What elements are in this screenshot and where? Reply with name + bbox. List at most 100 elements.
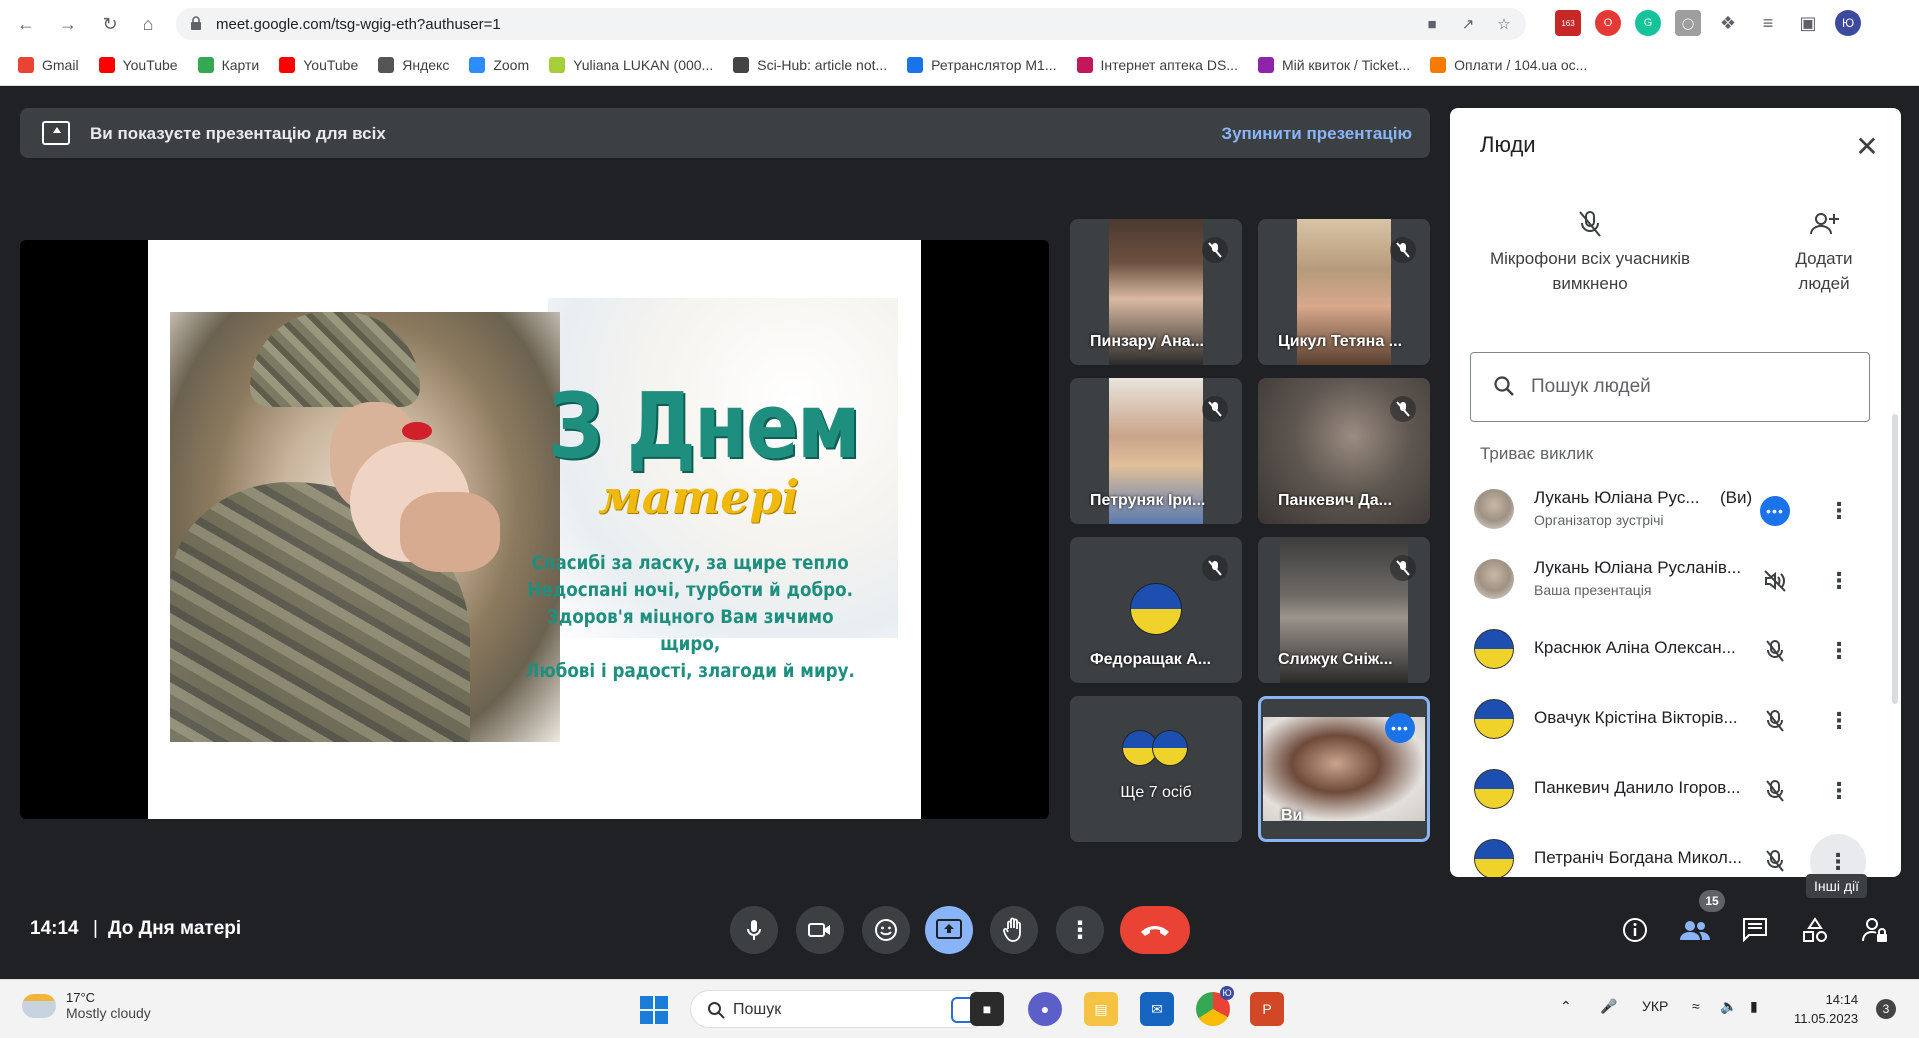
stop-presenting-button[interactable]: Зупинити презентацію — [1221, 124, 1412, 144]
share-icon[interactable]: ↗ — [1458, 14, 1478, 34]
mute-all-status[interactable]: Мікрофони всіх учасників вимкнено — [1480, 210, 1700, 296]
bookmark-item[interactable]: Оплати / 104.ua ос... — [1430, 57, 1587, 73]
mic-off-icon[interactable] — [1760, 636, 1790, 666]
bookmark-favicon-icon — [733, 57, 750, 73]
participant-tile[interactable]: Федоращак А... — [1070, 537, 1242, 683]
host-controls-button[interactable] — [1855, 910, 1895, 950]
more-options-button[interactable]: ⋮ — [1056, 906, 1104, 954]
participant-role: Ваша презентація — [1534, 582, 1652, 598]
bookmark-item[interactable]: Sci-Hub: article not... — [733, 57, 887, 73]
bookmark-item[interactable]: Інтернет аптека DS... — [1076, 57, 1238, 73]
bookmark-item[interactable]: YouTube — [279, 57, 358, 73]
more-actions-icon[interactable]: ⋮ — [1824, 566, 1854, 596]
bookmark-item[interactable]: Yuliana LUKAN (000... — [549, 57, 713, 73]
reading-list-icon[interactable]: ≡ — [1755, 10, 1781, 36]
speaker-icon[interactable]: 🔈 — [1720, 998, 1737, 1015]
more-options-icon[interactable]: ••• — [1760, 496, 1790, 526]
mic-off-icon[interactable] — [1760, 846, 1790, 876]
weather-widget[interactable]: 17°C Mostly cloudy — [22, 990, 151, 1021]
close-icon[interactable]: ✕ — [1851, 130, 1883, 162]
more-actions-icon[interactable]: ⋮ — [1810, 834, 1866, 877]
taskbar-search[interactable]: Пошук — [690, 990, 990, 1028]
wifi-icon[interactable]: ≈ — [1692, 998, 1700, 1014]
more-actions-icon[interactable]: ⋮ — [1824, 636, 1854, 666]
back-icon[interactable]: ← — [12, 10, 40, 38]
bookmark-item[interactable]: Zoom — [469, 57, 529, 73]
raise-hand-button[interactable] — [990, 906, 1038, 954]
camera-button[interactable] — [796, 906, 844, 954]
mic-tray-icon[interactable]: 🎤 — [1600, 998, 1617, 1015]
weather-desc: Mostly cloudy — [66, 1005, 151, 1021]
add-people-button[interactable]: Додати людей — [1774, 210, 1874, 296]
mic-off-icon[interactable] — [1760, 706, 1790, 736]
powerpoint-icon[interactable]: P — [1250, 992, 1284, 1026]
participant-tile[interactable]: Панкевич Да... — [1258, 378, 1430, 524]
audio-off-icon[interactable] — [1760, 566, 1790, 596]
bookmark-item[interactable]: Gmail — [18, 57, 79, 73]
camera-blocked-icon[interactable]: ■ — [1422, 14, 1442, 34]
participant-row[interactable]: Краснюк Аліна Олексан... ⋮ — [1450, 614, 1901, 684]
system-clock[interactable]: 14:14 11.05.2023 — [1794, 990, 1858, 1028]
avatar — [1474, 629, 1514, 669]
bookmark-item[interactable]: YouTube — [98, 57, 178, 73]
home-icon[interactable]: ⌂ — [134, 10, 162, 38]
participant-tile[interactable]: Слижук Сніж... — [1258, 537, 1430, 683]
mic-off-icon — [1390, 555, 1416, 581]
people-panel: Люди ✕ Мікрофони всіх учасників вимкнено… — [1450, 108, 1901, 877]
mic-icon — [747, 920, 761, 940]
participant-tile[interactable]: Петруняк Іри... — [1070, 378, 1242, 524]
bookmark-item[interactable]: Яндекс — [378, 57, 449, 73]
people-button[interactable] — [1675, 910, 1715, 950]
star-icon[interactable]: ☆ — [1494, 14, 1514, 34]
more-actions-icon[interactable]: ⋮ — [1824, 496, 1854, 526]
search-placeholder: Пошук людей — [1531, 376, 1651, 397]
participant-row[interactable]: Овачук Крістіна Вікторів... ⋮ — [1450, 684, 1901, 754]
participant-name: Петраніч Богдана Микол... — [1534, 848, 1742, 867]
participant-tile[interactable]: Пинзару Ана... — [1070, 219, 1242, 365]
chrome-icon[interactable]: Ю — [1196, 986, 1234, 1026]
teams-icon[interactable]: ● — [1028, 992, 1062, 1026]
self-tile[interactable]: ••• Ви — [1258, 696, 1430, 842]
participant-tile[interactable]: Цикул Тетяна ... — [1258, 219, 1430, 365]
opera-extension-icon[interactable]: O — [1595, 10, 1621, 36]
battery-icon[interactable]: ▮ — [1750, 998, 1758, 1015]
mail-icon[interactable]: ✉ — [1140, 992, 1174, 1026]
self-more-options-button[interactable]: ••• — [1385, 713, 1415, 743]
windows-start-icon[interactable] — [640, 996, 668, 1024]
activities-button[interactable] — [1795, 910, 1835, 950]
present-screen-icon — [42, 121, 70, 145]
bookmark-item[interactable]: Карти — [197, 57, 259, 73]
reload-icon[interactable]: ↻ — [96, 10, 124, 38]
bookmark-item[interactable]: Мій квиток / Ticket... — [1257, 57, 1410, 73]
participant-row[interactable]: Лукань Юліана Русланів... Ваша презентац… — [1450, 544, 1901, 614]
forward-icon[interactable]: → — [54, 10, 82, 38]
shield-extension-icon[interactable]: ◯ — [1675, 10, 1701, 36]
grammarly-icon[interactable]: G — [1635, 10, 1661, 36]
bookmark-item[interactable]: Ретранслятор М1... — [907, 57, 1057, 73]
address-bar[interactable]: meet.google.com/tsg-wgig-eth?authuser=1 … — [176, 8, 1526, 40]
leave-call-button[interactable] — [1120, 906, 1190, 954]
extension-163-icon[interactable]: 163 — [1555, 10, 1581, 36]
participant-row[interactable]: Панкевич Данило Ігоров... ⋮ — [1450, 754, 1901, 824]
search-people-input[interactable]: Пошук людей — [1470, 352, 1870, 422]
microphone-button[interactable] — [730, 906, 778, 954]
reactions-button[interactable] — [862, 906, 910, 954]
participant-row[interactable]: Петраніч Богдана Микол... ⋮ — [1450, 824, 1901, 877]
panel-scrollbar[interactable] — [1892, 414, 1898, 704]
present-button[interactable] — [925, 906, 973, 954]
more-actions-icon[interactable]: ⋮ — [1824, 776, 1854, 806]
task-view-icon[interactable]: ■ — [970, 992, 1004, 1026]
more-actions-icon[interactable]: ⋮ — [1824, 706, 1854, 736]
chat-button[interactable] — [1735, 910, 1775, 950]
profile-avatar[interactable]: Ю — [1835, 10, 1861, 36]
chevron-up-icon[interactable]: ⌃ — [1560, 998, 1572, 1015]
mic-off-icon[interactable] — [1760, 776, 1790, 806]
notification-badge[interactable]: 3 — [1876, 999, 1896, 1019]
more-participants-tile[interactable]: Ще 7 осіб — [1070, 696, 1242, 842]
meeting-details-button[interactable] — [1615, 910, 1655, 950]
file-explorer-icon[interactable]: ▤ — [1084, 992, 1118, 1026]
participant-row[interactable]: Лукань Юліана Рус... (Ви) Організатор зу… — [1450, 474, 1901, 544]
sidepanel-icon[interactable]: ▣ — [1795, 10, 1821, 36]
puzzle-icon[interactable]: ❖ — [1715, 10, 1741, 36]
input-language[interactable]: УКР — [1642, 998, 1668, 1014]
